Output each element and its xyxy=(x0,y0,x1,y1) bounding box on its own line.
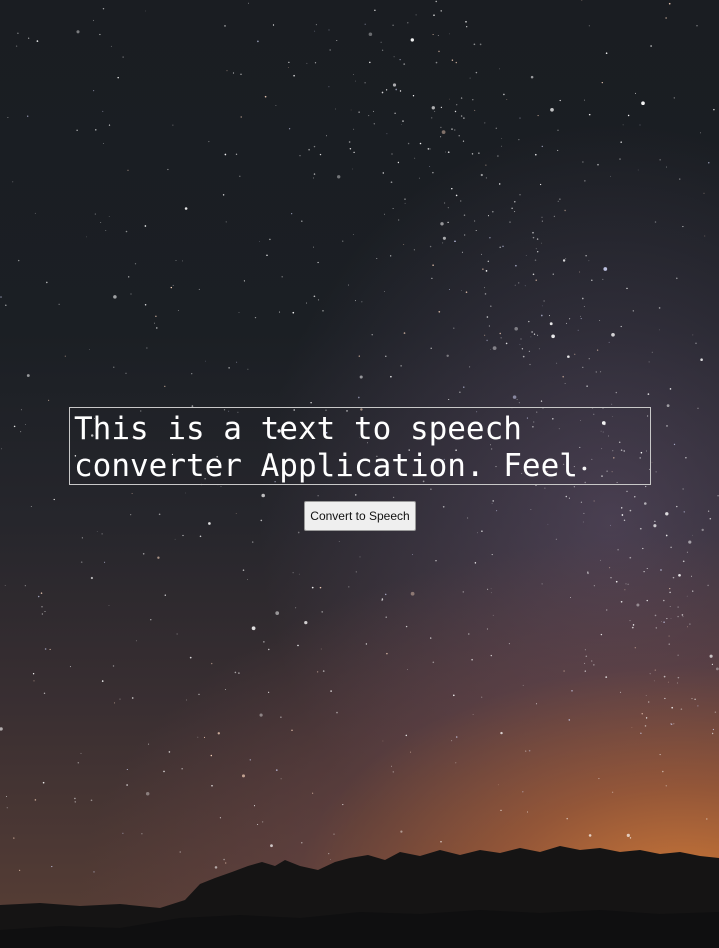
convert-to-speech-button[interactable]: Convert to Speech xyxy=(304,501,416,531)
text-input[interactable]: This is a text to speech converter Appli… xyxy=(69,407,651,485)
